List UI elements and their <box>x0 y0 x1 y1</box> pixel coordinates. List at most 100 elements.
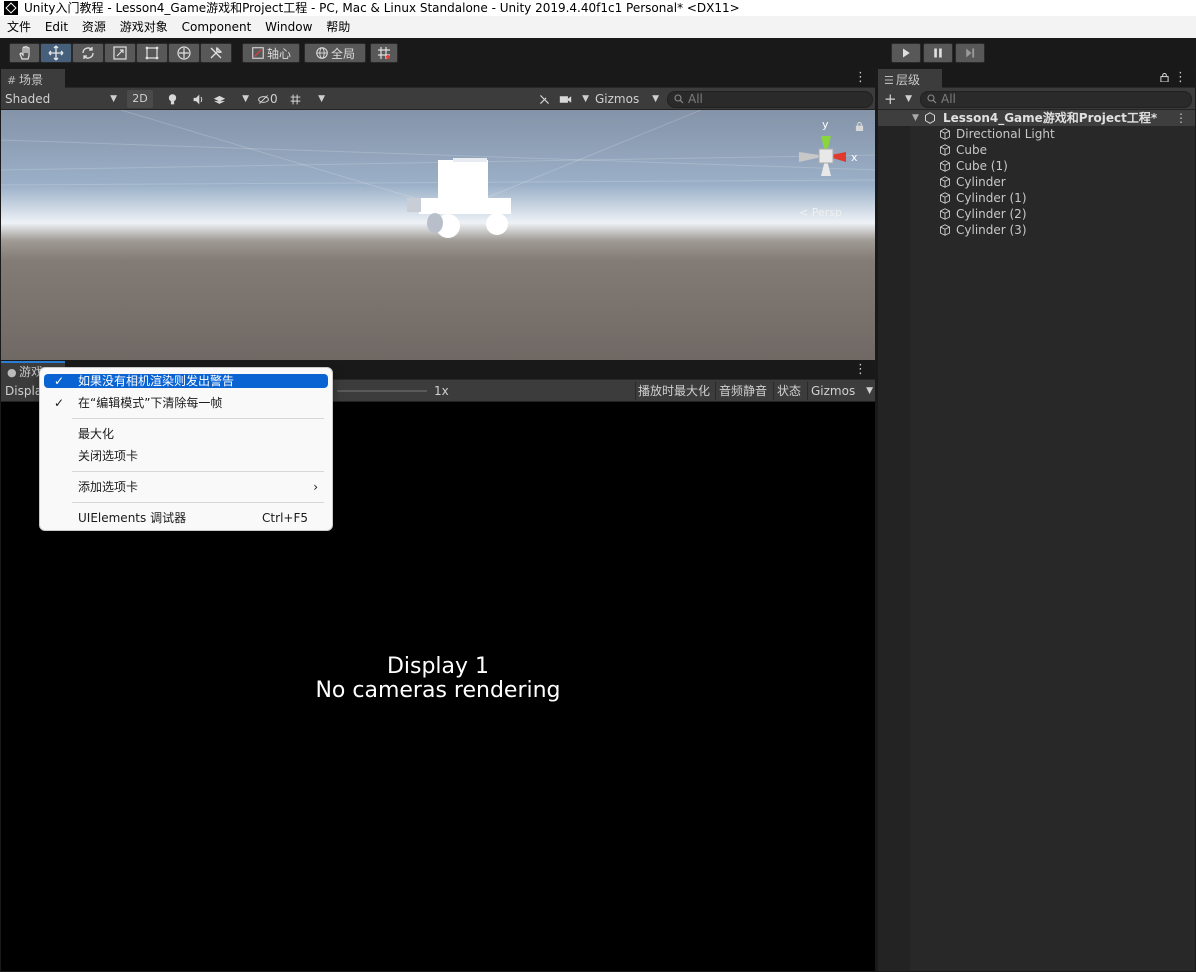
rect-tool-button[interactable] <box>136 43 168 63</box>
menu-item-warn-no-cameras[interactable]: ✓ 如果没有相机渲染则发出警告 <box>44 374 328 388</box>
menu-item-label: 如果没有相机渲染则发出警告 <box>78 374 235 388</box>
hierarchy-control-bar: + ▼ All <box>878 88 1195 110</box>
orientation-gizmo[interactable]: y x < Persp <box>791 116 871 226</box>
hierarchy-item[interactable]: Cylinder <box>940 174 1006 190</box>
lighting-toggle[interactable] <box>161 90 183 108</box>
pivot-toggle-button[interactable]: 轴心 <box>242 43 300 63</box>
hierarchy-item[interactable]: Cylinder (1) <box>940 190 1027 206</box>
custom-tool-button[interactable] <box>200 43 232 63</box>
camera-settings-dropdown[interactable]: ▼ <box>559 90 589 108</box>
scene-tools-button[interactable] <box>533 90 555 108</box>
grid-snap-button[interactable] <box>370 43 398 63</box>
tools-icon <box>539 95 549 104</box>
hierarchy-item[interactable]: Directional Light <box>940 126 1055 142</box>
unity-logo-icon <box>4 1 18 15</box>
game-options-icon[interactable]: ⋮ <box>854 362 867 378</box>
search-icon <box>927 94 937 104</box>
tab-scene[interactable]: # 场景 <box>1 69 65 88</box>
create-label: + <box>884 90 897 108</box>
scene-tabstrip: # 场景 ⋮ <box>1 69 875 88</box>
shading-mode-dropdown[interactable]: Shaded ▼ <box>5 90 119 108</box>
rotate-tool-button[interactable] <box>72 43 104 63</box>
menu-item-label: 在“编辑模式”下清除每一帧 <box>78 396 223 410</box>
hierarchy-item-label: Cylinder (2) <box>956 207 1027 221</box>
vehicle-model[interactable] <box>1 110 875 361</box>
tab-hierarchy[interactable]: ☰ 层级 <box>878 69 942 88</box>
global-toggle-button[interactable]: 全局 <box>304 43 366 63</box>
menu-item-uielements-debugger[interactable]: UIElements 调试器 Ctrl+F5 <box>44 507 328 529</box>
menu-gameobject[interactable]: 游戏对象 <box>120 16 168 38</box>
effects-dropdown[interactable]: ▼ <box>213 90 251 108</box>
maximize-on-play-label: 播放时最大化 <box>638 384 711 398</box>
scene-options-icon[interactable]: ⋮ <box>854 70 867 86</box>
transform-tool-button[interactable] <box>168 43 200 63</box>
scene-gizmos-dropdown[interactable]: Gizmos ▼ <box>595 90 661 108</box>
pause-button[interactable] <box>923 43 953 63</box>
chevron-down-icon: ▼ <box>582 94 589 104</box>
stats-toggle[interactable]: 状态 <box>773 382 805 400</box>
play-button[interactable] <box>891 43 921 63</box>
cube-icon <box>940 192 950 204</box>
maximize-on-play-toggle[interactable]: 播放时最大化 <box>635 382 713 400</box>
hand-tool-button[interactable] <box>9 43 40 63</box>
grid-dropdown[interactable]: ▼ <box>289 90 329 108</box>
audio-toggle[interactable] <box>187 90 209 108</box>
expand-arrow-icon[interactable]: ▼ <box>912 110 919 126</box>
rect-transform-icon <box>145 46 159 60</box>
hierarchy-item[interactable]: Cube (1) <box>940 158 1008 174</box>
menu-bar: 文件 Edit 资源 游戏对象 Component Window 帮助 <box>0 16 1196 38</box>
game-gizmos-dropdown[interactable]: Gizmos ▼ <box>807 382 875 400</box>
menu-help[interactable]: 帮助 <box>326 16 350 38</box>
unity-scene-icon <box>925 112 935 124</box>
scene-search-input[interactable]: All <box>667 91 873 108</box>
scene-gizmos-label: Gizmos <box>595 92 640 106</box>
create-dropdown[interactable]: + ▼ <box>884 90 912 108</box>
scale-slider[interactable] <box>337 390 427 392</box>
hierarchy-options-icon[interactable]: ⋮ <box>1174 70 1187 86</box>
speaker-icon <box>193 94 202 105</box>
cube-icon <box>940 160 950 172</box>
menu-item-maximize[interactable]: 最大化 <box>44 423 328 445</box>
hierarchy-tabstrip: ☰ 层级 ⋮ <box>878 69 1195 88</box>
menu-item-label: UIElements 调试器 <box>78 511 187 525</box>
scene-visibility-toggle[interactable]: 0 <box>257 90 285 108</box>
menu-separator <box>72 471 324 472</box>
hierarchy-search-input[interactable]: All <box>920 91 1192 108</box>
gizmo-axis-x: x <box>851 151 858 164</box>
step-button[interactable] <box>955 43 985 63</box>
move-tool-button[interactable] <box>40 43 72 63</box>
persp-label[interactable]: < Persp <box>799 206 842 219</box>
menu-item-add-tab[interactable]: 添加选项卡 › <box>44 476 328 498</box>
chevron-down-icon: ▼ <box>905 94 912 104</box>
pivot-icon <box>252 47 264 59</box>
menu-item-clear-every-frame[interactable]: ✓ 在“编辑模式”下清除每一帧 <box>44 392 328 414</box>
eye-hidden-icon <box>258 95 269 104</box>
scale-tool-button[interactable] <box>104 43 136 63</box>
scene-root-name: Lesson4_Game游戏和Project工程* <box>943 111 1158 125</box>
menu-edit[interactable]: Edit <box>45 16 68 38</box>
chevron-down-icon: ▼ <box>652 94 659 104</box>
menu-assets[interactable]: 资源 <box>82 16 106 38</box>
hierarchy-item-label: Cube (1) <box>956 159 1008 173</box>
search-icon <box>674 94 684 104</box>
scene-viewport[interactable]: y x < Persp <box>1 110 875 361</box>
scene-root-row[interactable]: ▼ Lesson4_Game游戏和Project工程* ⋮ <box>878 110 1195 126</box>
menu-item-close-tab[interactable]: 关闭选项卡 <box>44 445 328 467</box>
hierarchy-item[interactable]: Cylinder (3) <box>940 222 1027 238</box>
hand-icon <box>18 45 30 60</box>
main-toolbar: 轴心 全局 <box>0 38 1196 68</box>
menu-component[interactable]: Component <box>182 16 252 38</box>
menu-file[interactable]: 文件 <box>7 16 31 38</box>
mute-audio-toggle[interactable]: 音频静音 <box>715 382 771 400</box>
lock-icon[interactable] <box>1160 73 1169 82</box>
menu-window[interactable]: Window <box>265 16 312 38</box>
hierarchy-item[interactable]: Cube <box>940 142 987 158</box>
menu-item-label: 添加选项卡 <box>78 480 139 494</box>
hierarchy-item[interactable]: Cylinder (2) <box>940 206 1027 222</box>
scene-root-options-icon[interactable]: ⋮ <box>1175 110 1187 126</box>
transform-combined-icon <box>177 46 191 60</box>
lock-icon[interactable] <box>855 122 864 131</box>
game-gizmos-label: Gizmos <box>811 384 856 398</box>
play-icon <box>903 48 910 58</box>
mode-2d-toggle[interactable]: 2D <box>127 90 153 108</box>
